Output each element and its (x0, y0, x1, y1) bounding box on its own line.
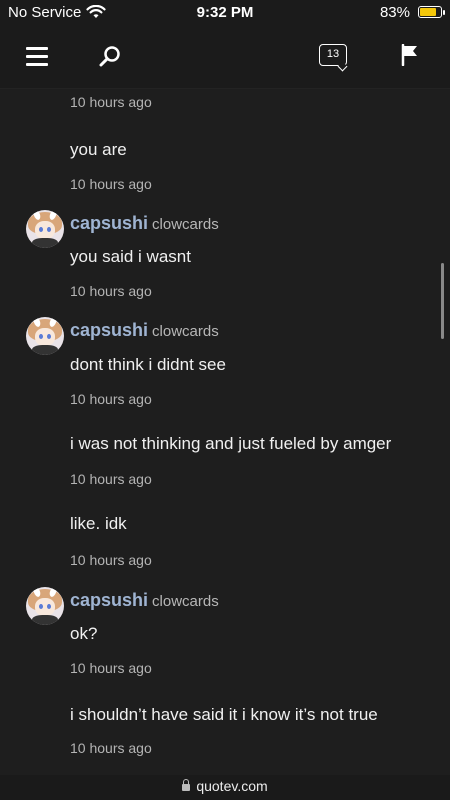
hamburger-menu-icon[interactable] (26, 47, 48, 66)
message-timestamp: 10 hours ago (70, 471, 152, 487)
message-text: i shouldn’t have said it i know it’s not… (70, 705, 378, 724)
author-handle[interactable]: clowcards (152, 216, 219, 233)
author-name[interactable]: capsushi (70, 320, 148, 340)
message-text: you said i wasnt (70, 247, 191, 266)
battery-icon (418, 6, 442, 18)
message-timestamp: 10 hours ago (70, 94, 152, 110)
message-timestamp: 10 hours ago (70, 391, 152, 407)
message-timestamp: 10 hours ago (70, 176, 152, 192)
message-text: i was not thinking and just fueled by am… (70, 434, 392, 453)
author-row: capsushi clowcards (70, 590, 219, 611)
message-timestamp: 10 hours ago (70, 660, 152, 676)
status-bar: No Service 9:32 PM 83% (0, 0, 450, 26)
flag-icon[interactable] (401, 44, 419, 66)
browser-url-bar[interactable]: quotev.com (0, 775, 450, 800)
author-handle[interactable]: clowcards (152, 593, 219, 610)
avatar[interactable] (26, 210, 64, 248)
message-timestamp: 10 hours ago (70, 283, 152, 299)
battery-percent: 83% (379, 4, 410, 21)
message-text: you are (70, 140, 127, 159)
author-name[interactable]: capsushi (70, 590, 148, 610)
scrollbar[interactable] (441, 263, 444, 339)
message-text: like. idk (70, 514, 127, 533)
message-text: dont think i didnt see (70, 355, 226, 374)
author-row: capsushi clowcards (70, 320, 219, 341)
author-row: capsushi clowcards (70, 213, 219, 234)
message-timestamp: 10 hours ago (70, 552, 152, 568)
battery-tip (443, 10, 445, 15)
message-text: ok? (70, 624, 98, 643)
message-timestamp: 10 hours ago (70, 740, 152, 756)
lock-icon (182, 779, 191, 791)
avatar[interactable] (26, 587, 64, 625)
chat-feed[interactable]: 10 hours ago you are 10 hours ago capsushi c… (0, 89, 450, 775)
author-handle[interactable]: clowcards (152, 323, 219, 340)
author-name[interactable]: capsushi (70, 213, 148, 233)
search-icon[interactable] (98, 44, 122, 68)
avatar[interactable] (26, 317, 64, 355)
notifications-button[interactable]: 13 (319, 44, 349, 72)
battery-fill (420, 8, 436, 16)
url-text: quotev.com (196, 778, 268, 794)
top-nav: 13 (0, 26, 450, 89)
